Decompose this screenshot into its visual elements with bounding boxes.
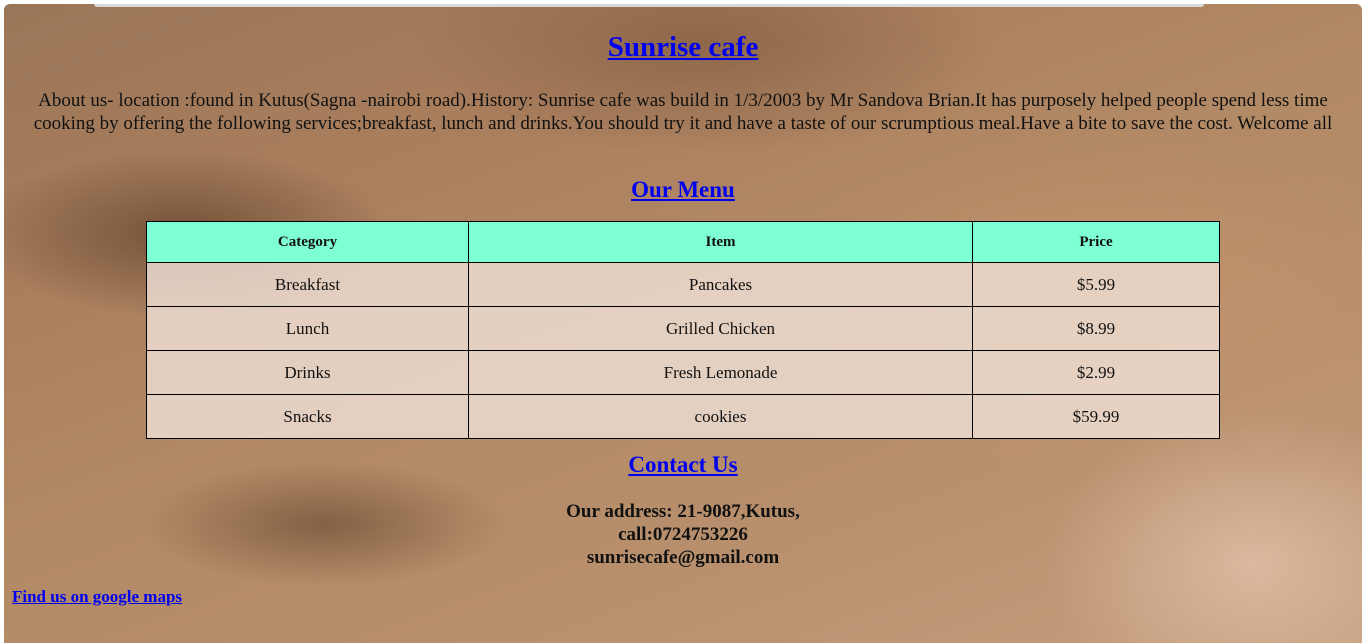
contact-heading: Contact Us (4, 452, 1362, 478)
category-cell: Drinks (146, 350, 469, 395)
table-row: Breakfast Pancakes $5.99 (146, 262, 1220, 307)
price-cell: $8.99 (972, 306, 1220, 351)
menu-heading: Our Menu (4, 177, 1362, 203)
contact-email: sunrisecafe@gmail.com (586, 547, 780, 568)
contact-phone: call:0724753226 (618, 524, 748, 545)
contact-info: Our address: 21-9087,Kutus, call:0724753… (4, 500, 1362, 569)
category-cell: Breakfast (146, 262, 469, 307)
menu-heading-link[interactable]: Our Menu (631, 177, 735, 202)
contact-address: Our address: 21-9087,Kutus, (566, 501, 800, 522)
table-row: Snacks cookies $59.99 (146, 394, 1220, 439)
item-cell: cookies (468, 394, 973, 439)
page-title: Sunrise cafe (4, 31, 1362, 64)
menu-table: Category Item Price Breakfast Pancakes $… (146, 221, 1220, 439)
browser-top-edge (94, 4, 1204, 7)
category-cell: Snacks (146, 394, 469, 439)
price-cell: $5.99 (972, 262, 1220, 307)
google-maps-link[interactable]: Find us on google maps (12, 587, 182, 607)
item-cell: Grilled Chicken (468, 306, 973, 351)
site-title-link[interactable]: Sunrise cafe (608, 31, 759, 63)
about-text: About us- location :found in Kutus(Sagna… (33, 90, 1333, 134)
menu-table-header-row: Category Item Price (146, 221, 1220, 263)
item-cell: Pancakes (468, 262, 973, 307)
table-row: Drinks Fresh Lemonade $2.99 (146, 350, 1220, 395)
column-header-item: Item (468, 221, 973, 263)
item-cell: Fresh Lemonade (468, 350, 973, 395)
category-cell: Lunch (146, 306, 469, 351)
page-frame: Sunrise cafe About us- location :found i… (4, 4, 1362, 643)
price-cell: $59.99 (972, 394, 1220, 439)
column-header-price: Price (972, 221, 1220, 263)
table-row: Lunch Grilled Chicken $8.99 (146, 306, 1220, 351)
column-header-category: Category (146, 221, 469, 263)
price-cell: $2.99 (972, 350, 1220, 395)
contact-heading-link[interactable]: Contact Us (628, 452, 737, 477)
